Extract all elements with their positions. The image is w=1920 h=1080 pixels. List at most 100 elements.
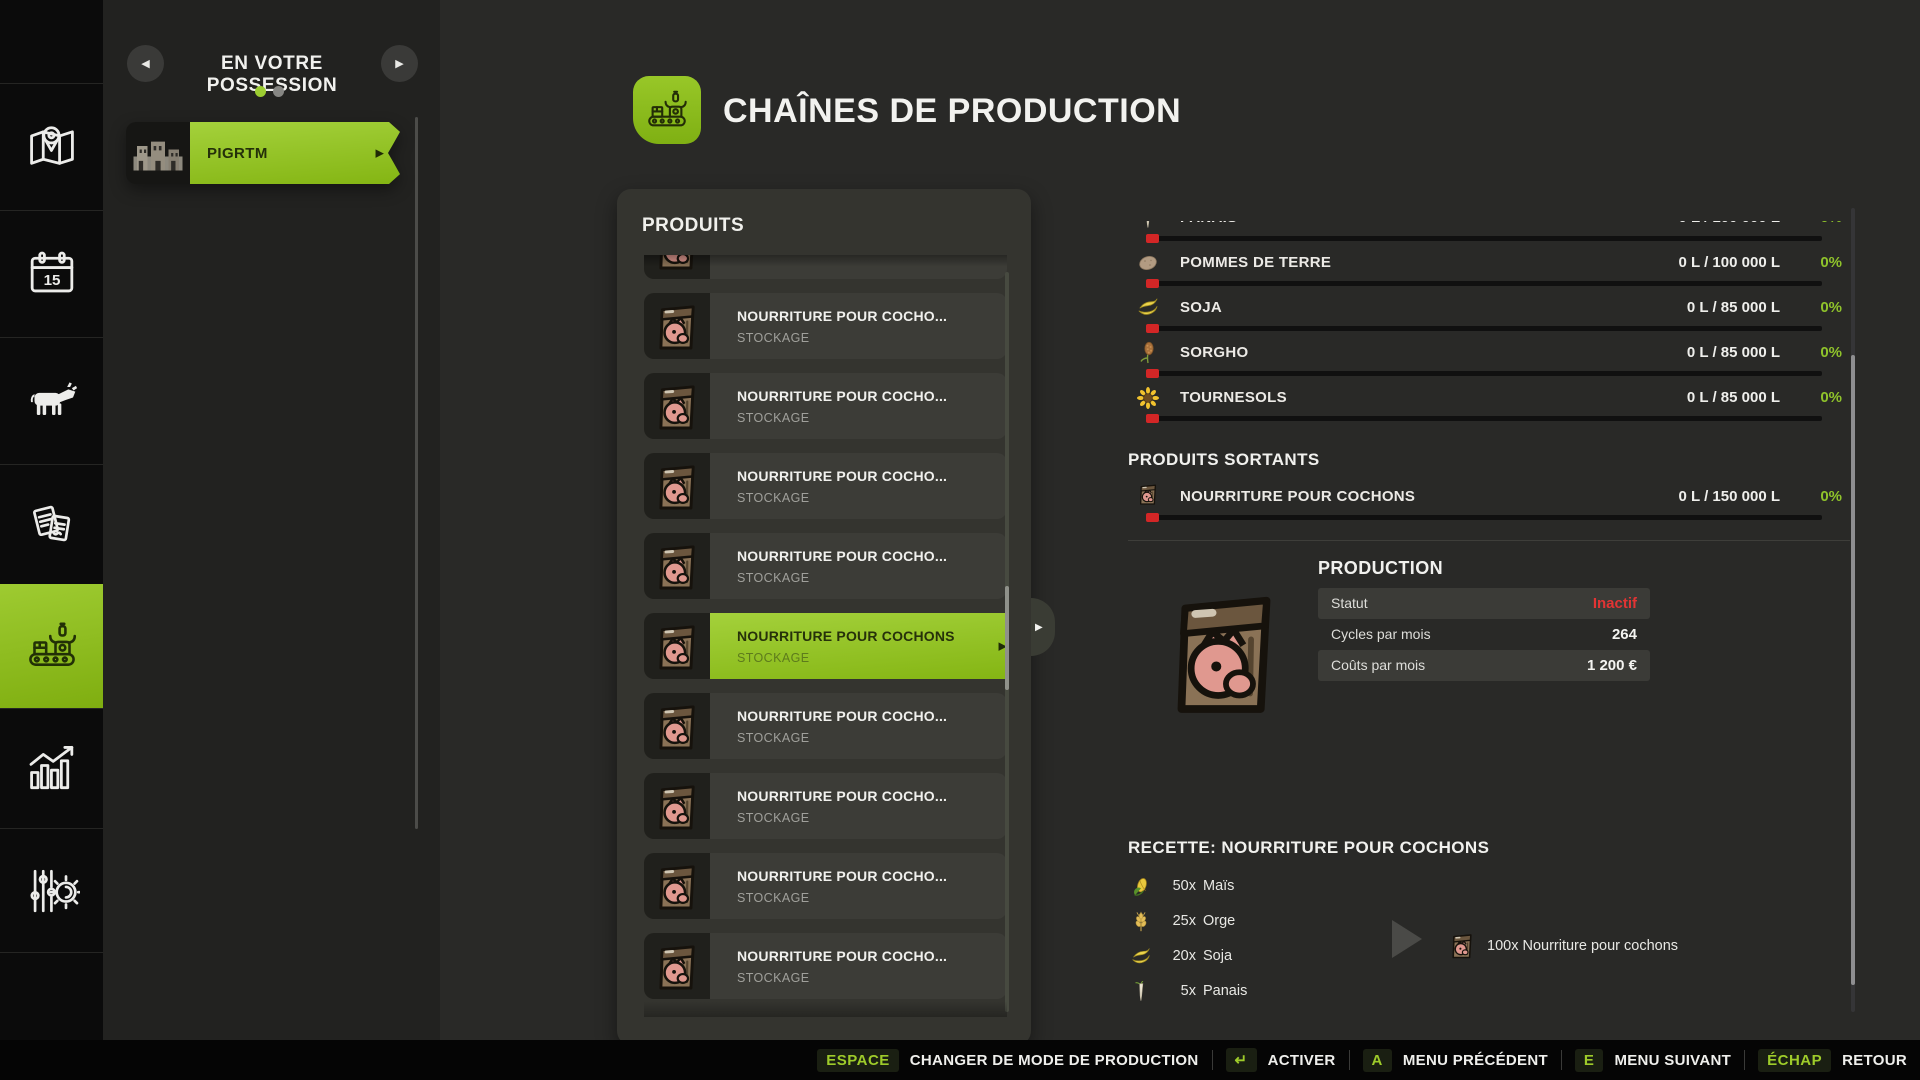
sidebar-item-production[interactable]	[0, 584, 103, 708]
product-subtitle: STOCKAGE	[737, 571, 1007, 585]
recipe-ingredient-panais: 5x Panais	[1128, 980, 1458, 1006]
details-scrollbar[interactable]	[1851, 208, 1855, 1012]
pig-feed-icon	[1136, 482, 1160, 506]
products-scrollbar[interactable]	[1005, 272, 1009, 1012]
outputs-heading: PRODUITS SORTANTS	[1128, 450, 1320, 470]
production-heading: PRODUCTION	[1318, 558, 1443, 579]
output-name: NOURRITURE POUR COCHONS	[1180, 488, 1415, 505]
parsnip-icon	[1130, 981, 1152, 1003]
hint-back[interactable]: ÉCHAP RETOUR	[1758, 1049, 1907, 1072]
stats-icon	[24, 741, 80, 797]
sidebar-item-calendar[interactable]: 15	[0, 210, 103, 337]
product-list-item[interactable]: NOURRITURE POUR COCHO... STOCKAGE	[644, 693, 1007, 759]
hint-previous-menu[interactable]: A MENU PRÉCÉDENT	[1363, 1049, 1548, 1072]
settings-icon	[24, 863, 80, 919]
sidebar-spacer	[0, 0, 103, 83]
product-list-item[interactable]: NOURRITURE POUR COCHO... STOCKAGE	[644, 933, 1007, 999]
fill-bar	[1146, 515, 1822, 520]
product-subtitle: STOCKAGE	[737, 731, 1007, 745]
sidebar-item-map[interactable]	[0, 83, 103, 210]
sidebar-item-settings[interactable]	[0, 828, 103, 953]
pig-feed-icon	[644, 933, 710, 999]
input-name: SOJA	[1180, 299, 1222, 316]
input-row-soja: SOJA 0 L / 85 000 L 0%	[1128, 294, 1850, 332]
pig-feed-icon	[644, 373, 710, 439]
product-list-item[interactable]: NOURRITURE POUR COCHO... STOCKAGE	[644, 773, 1007, 839]
page-dot[interactable]	[273, 86, 284, 97]
production-row-statut: Statut Inactif	[1318, 588, 1650, 619]
products-heading: PRODUITS	[642, 215, 744, 237]
fill-bar-marker	[1146, 414, 1159, 423]
hint-activate[interactable]: ↵ ACTIVER	[1226, 1048, 1336, 1072]
hint-separator	[1561, 1050, 1562, 1070]
product-title: NOURRITURE POUR COCHO...	[737, 868, 1007, 884]
ingredient-qty: 25x	[1158, 913, 1196, 929]
next-panel-arrow[interactable]: ▶	[1031, 598, 1055, 656]
pig-feed-icon	[644, 773, 710, 839]
hint-next-menu[interactable]: E MENU SUIVANT	[1575, 1049, 1731, 1072]
sidebar-item-statistics[interactable]	[0, 708, 103, 828]
hint-separator	[1212, 1050, 1213, 1070]
possession-prev-button[interactable]: ◀	[127, 45, 164, 82]
product-title: NOURRITURE POUR COCHO...	[737, 708, 1007, 724]
calendar-icon: 15	[24, 246, 80, 302]
page-title: CHAÎNES DE PRODUCTION	[723, 92, 1181, 131]
hint-change-production-mode[interactable]: ESPACE CHANGER DE MODE DE PRODUCTION	[817, 1049, 1198, 1072]
sunflower-icon	[1136, 386, 1160, 410]
input-products-list: PANAIS 0 L / 100 000 L 0% POMMES DE TERR…	[1128, 221, 1850, 427]
production-icon	[24, 618, 80, 674]
fill-bar-marker	[1146, 279, 1159, 288]
product-title: NOURRITURE POUR COCHO...	[737, 948, 1007, 964]
building-thumbnail	[126, 122, 190, 184]
product-subtitle: STOCKAGE	[737, 411, 1007, 425]
arrow-right-icon: ▶	[395, 57, 403, 70]
input-fill-percent: 0%	[1792, 299, 1842, 316]
arrow-right-icon: ▶	[1035, 622, 1043, 633]
input-fill-percent: 0%	[1792, 344, 1842, 361]
products-scrollbar-thumb[interactable]	[1005, 586, 1009, 690]
bottom-hint-bar: ESPACE CHANGER DE MODE DE PRODUCTION ↵ A…	[0, 1040, 1920, 1080]
production-row-couts: Coûts par mois 1 200 €	[1318, 650, 1650, 681]
page-dot-active[interactable]	[255, 86, 266, 97]
product-title: NOURRITURE POUR COCHO...	[737, 788, 1007, 804]
recipe-output-label: 100x Nourriture pour cochons	[1487, 938, 1678, 954]
sidebar-item-contracts[interactable]	[0, 464, 103, 584]
product-subtitle: STOCKAGE	[737, 971, 1007, 985]
a-key: A	[1363, 1049, 1392, 1072]
product-list-item[interactable]: NOURRITURE POUR COCHO...STOCKAGE	[644, 293, 1007, 359]
arrow-left-icon: ◀	[141, 57, 149, 70]
sorghum-icon	[1136, 341, 1160, 365]
fill-bar-marker	[1146, 324, 1159, 333]
cow-icon	[24, 373, 80, 429]
map-icon	[24, 119, 80, 175]
possession-scrollbar[interactable]	[415, 117, 418, 829]
input-name: SORGHO	[1180, 344, 1248, 361]
production-row-cycles: Cycles par mois 264	[1318, 619, 1650, 650]
product-subtitle: STOCKAGE	[737, 811, 1007, 825]
product-list-item[interactable]: NOURRITURE POUR COCHO...STOCKAGE	[644, 373, 1007, 439]
product-list-item[interactable]: NOURRITURE POUR COCHO... STOCKAGE	[644, 853, 1007, 919]
possession-panel: ◀ EN VOTRE POSSESSION ▶ PIGRTM ▶	[103, 0, 440, 1040]
ingredient-name: Orge	[1203, 913, 1235, 929]
input-row-sorgho: SORGHO 0 L / 85 000 L 0%	[1128, 339, 1850, 377]
recipe-output-name: Nourriture pour cochons	[1522, 938, 1678, 954]
product-subtitle: STOCKAGE	[737, 891, 1007, 905]
input-fill-percent: 0%	[1792, 389, 1842, 406]
product-list-item[interactable]: STOCKAGE	[644, 255, 1007, 279]
pig-feed-icon	[644, 613, 710, 679]
product-list-item[interactable]: NOURRITURE POUR COCHO...STOCKAGE	[644, 453, 1007, 519]
sidebar-item-animals[interactable]	[0, 337, 103, 464]
product-subtitle: STOCKAGE	[737, 331, 1007, 345]
sidebar: 15	[0, 0, 103, 1040]
corn-icon	[1130, 876, 1152, 898]
possession-next-button[interactable]: ▶	[381, 45, 418, 82]
fill-bar	[1146, 371, 1822, 376]
possession-item-pigrtm[interactable]: PIGRTM ▶	[126, 122, 400, 184]
product-list-item[interactable]: NOURRITURE POUR COCHO...STOCKAGE	[644, 533, 1007, 599]
product-list-item-selected[interactable]: NOURRITURE POUR COCHONSSTOCKAGE ▶	[644, 613, 1007, 679]
product-subtitle: STOCKAGE	[737, 255, 1007, 257]
product-subtitle: STOCKAGE	[737, 491, 1007, 505]
ingredient-name: Maïs	[1203, 878, 1234, 894]
details-scrollbar-thumb[interactable]	[1851, 355, 1855, 985]
production-chains-screen: 15 ▸ ◀ EN VOTRE POSSESSION ▶ PIGRTM ▶ CH…	[0, 0, 1920, 1080]
